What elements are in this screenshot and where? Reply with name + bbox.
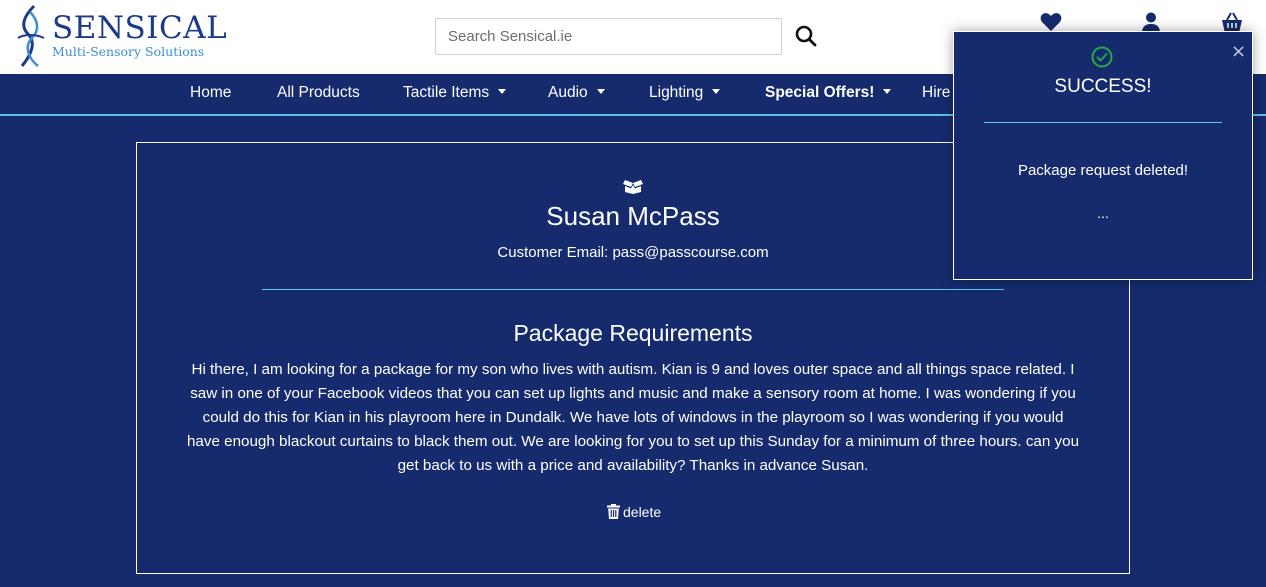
check-circle-icon — [1091, 46, 1113, 68]
trash-icon — [607, 504, 620, 519]
toast-ellipsis: ... — [1097, 205, 1109, 221]
toast-title: SUCCESS! — [1054, 76, 1152, 97]
package-requirements-heading: Package Requirements — [513, 320, 753, 346]
success-toast: × SUCCESS! Package request deleted! ... — [953, 31, 1253, 280]
nav-audio-label: Audio — [548, 84, 588, 101]
search-input[interactable] — [435, 18, 782, 55]
logo-swirl-icon — [17, 4, 45, 67]
caret-down-icon — [712, 89, 721, 94]
nav-tactile-items-label: Tactile Items — [403, 84, 490, 101]
delete-button[interactable]: delete — [607, 504, 661, 524]
nav-audio[interactable]: Audio — [548, 84, 605, 102]
search-icon[interactable] — [794, 24, 818, 48]
brand-tagline: Multi-Sensory Solutions — [52, 44, 205, 59]
nav-special-offers-label: Special Offers! — [765, 84, 875, 101]
nav-lighting[interactable]: Lighting — [649, 84, 721, 102]
nav-special-offers[interactable]: Special Offers! — [765, 84, 892, 102]
close-icon[interactable]: × — [1231, 43, 1246, 61]
caret-down-icon — [883, 89, 892, 94]
nav-hire[interactable]: Hire — [922, 84, 950, 102]
box-open-icon — [623, 180, 643, 194]
nav-lighting-label: Lighting — [649, 84, 704, 101]
brand-name: SENSICAL — [52, 10, 228, 46]
divider — [262, 289, 1004, 290]
caret-down-icon — [498, 89, 507, 94]
nav-home[interactable]: Home — [190, 84, 231, 102]
delete-label: delete — [623, 504, 662, 520]
toast-message: Package request deleted! — [1017, 162, 1189, 179]
package-requirements-text: Hi there, I am looking for a package for… — [186, 361, 1080, 474]
divider — [984, 122, 1222, 123]
nav-all-products[interactable]: All Products — [277, 84, 360, 102]
nav-tactile-items[interactable]: Tactile Items — [403, 84, 507, 102]
logo[interactable]: SENSICAL Multi-Sensory Solutions — [10, 4, 227, 70]
caret-down-icon — [596, 89, 605, 94]
